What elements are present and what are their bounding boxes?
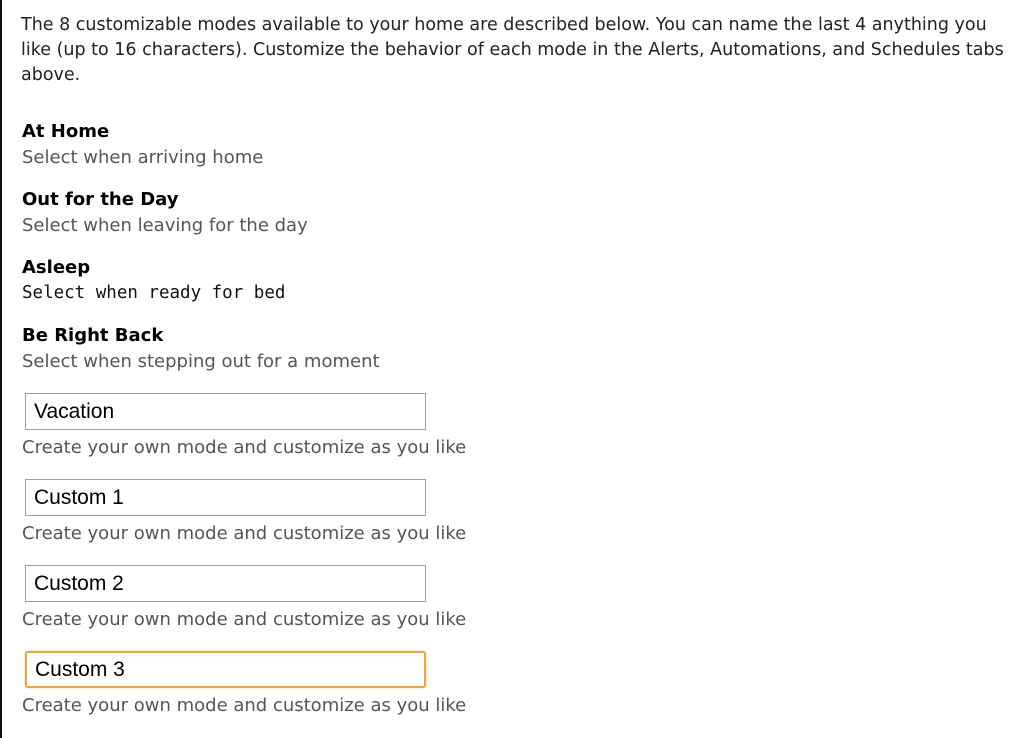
modes-panel: The 8 customizable modes available to yo… — [0, 0, 1016, 738]
custom-mode-name-input-custom-2[interactable] — [25, 565, 426, 602]
custom-mode-name-input-custom-1[interactable] — [25, 479, 426, 516]
custom-mode-description: Create your own mode and customize as yo… — [22, 523, 467, 544]
custom-mode-description: Create your own mode and customize as yo… — [22, 609, 467, 630]
custom-mode-description: Create your own mode and customize as yo… — [22, 437, 467, 458]
intro-text: The 8 customizable modes available to yo… — [21, 15, 1004, 85]
mode-title-at-home: At Home — [22, 121, 110, 142]
custom-mode-name-input-vacation[interactable] — [25, 393, 426, 430]
mode-title-be-right-back: Be Right Back — [22, 325, 164, 346]
mode-description-asleep: Select when ready for bed — [22, 283, 286, 303]
mode-description-at-home: Select when arriving home — [22, 147, 264, 168]
mode-description-out-for-the-day: Select when leaving for the day — [22, 215, 308, 236]
custom-mode-description: Create your own mode and customize as yo… — [22, 695, 467, 716]
custom-mode-name-input-custom-3[interactable] — [25, 651, 426, 688]
mode-title-asleep: Asleep — [22, 257, 91, 278]
mode-title-out-for-the-day: Out for the Day — [22, 189, 179, 210]
mode-description-be-right-back: Select when stepping out for a moment — [22, 351, 380, 372]
